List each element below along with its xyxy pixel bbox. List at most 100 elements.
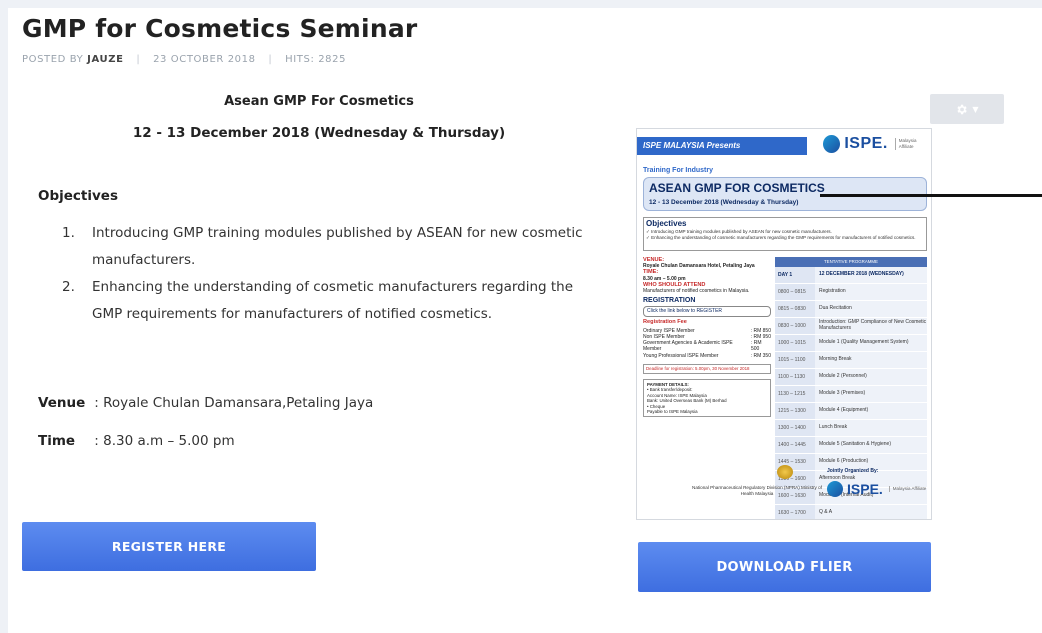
programme-header: TENTATIVE PROGRAMME bbox=[775, 257, 927, 267]
flier-fee-label: Registration Fee bbox=[643, 318, 687, 325]
programme-time: 1630 – 1700 bbox=[775, 505, 815, 519]
flier-objective: ✓ Enhancing the understanding of cosmeti… bbox=[646, 234, 916, 240]
programme-item: Module 5 (Sanitation & Hygiene) bbox=[815, 437, 927, 453]
programme-time: DAY 1 bbox=[775, 267, 815, 283]
ispe-logo-text: ISPE. bbox=[847, 481, 883, 497]
ispe-logo: ISPE. Malaysia Affiliate bbox=[823, 135, 931, 153]
table-row: 1100 – 1130 Module 2 (Personnel) bbox=[775, 369, 927, 386]
annotation-line bbox=[820, 194, 1042, 197]
programme-item: Morning Break bbox=[815, 352, 927, 368]
flier-image[interactable]: ISPE MALAYSIA Presents ISPE. Malaysia Af… bbox=[636, 128, 932, 520]
table-row: 1130 – 1215 Module 3 (Premises) bbox=[775, 386, 927, 403]
event-heading: Asean GMP For Cosmetics bbox=[224, 94, 414, 109]
table-row: 1630 – 1700 Q & A bbox=[775, 505, 927, 519]
programme-item: Lunch Break bbox=[815, 420, 927, 436]
malaysia-crest-icon bbox=[777, 465, 793, 479]
gear-icon bbox=[957, 104, 968, 114]
flier-deadline: Deadline for registration: 5.00pm, 30 No… bbox=[643, 363, 771, 375]
list-item: 1. Introducing GMP training modules publ… bbox=[62, 220, 602, 274]
caret-down-icon: ▼ bbox=[972, 104, 979, 114]
time-row: Time : 8.30 a.m – 5.00 pm bbox=[38, 433, 235, 449]
flier-presents: ISPE MALAYSIA Presents bbox=[637, 137, 807, 155]
programme-item: Q & A bbox=[815, 505, 927, 519]
programme-item: Module 4 (Equipment) bbox=[815, 403, 927, 419]
programme-time: 1300 – 1400 bbox=[775, 420, 815, 436]
flier-fees: Ordinary ISPE Member: RM 850 Non ISPE Me… bbox=[643, 328, 771, 359]
flier-registration: REGISTRATION bbox=[643, 297, 696, 305]
table-row: DAY 1 12 DECEMBER 2018 (WEDNESDAY) bbox=[775, 267, 927, 284]
table-row: 1000 – 1015 Module 1 (Quality Management … bbox=[775, 335, 927, 352]
table-row: 1015 – 1100 Morning Break bbox=[775, 352, 927, 369]
ispe-affiliate: Malaysia Affiliate bbox=[894, 138, 931, 150]
meta-separator: | bbox=[136, 54, 141, 65]
programme-item: Dua Recitation bbox=[815, 301, 927, 317]
ispe-affiliate: Malaysia Affiliate bbox=[888, 486, 926, 492]
table-row: 0830 – 1000 Introduction: GMP Compliance … bbox=[775, 318, 927, 335]
flier-venue: Royale Chulan Damansara Hotel, Petaling … bbox=[643, 263, 755, 270]
posted-by-label: POSTED BY bbox=[22, 54, 84, 65]
flier-training: Training For Industry bbox=[643, 167, 714, 174]
programme-time: 1015 – 1100 bbox=[775, 352, 815, 368]
fee-row: Young Professional ISPE Member : RM 350 bbox=[643, 353, 771, 359]
venue-value: : Royale Chulan Damansara,Petaling Jaya bbox=[94, 395, 374, 411]
ispe-logo-text: ISPE. bbox=[844, 135, 888, 152]
programme-item: Module 1 (Quality Management System) bbox=[815, 335, 927, 351]
event-dates: 12 - 13 December 2018 (Wednesday & Thurs… bbox=[132, 125, 506, 141]
flier-reg-link: Click the link below to REGISTER bbox=[643, 306, 771, 317]
list-item: 2. Enhancing the understanding of cosmet… bbox=[62, 274, 602, 328]
article-meta: POSTED BY JAUZE | 23 OCTOBER 2018 | HITS… bbox=[22, 54, 346, 65]
post-date: 23 OCTOBER 2018 bbox=[153, 54, 256, 65]
article-tools-button[interactable]: ▼ bbox=[930, 94, 1004, 124]
time-label: Time bbox=[38, 433, 76, 449]
table-row: 0800 – 0815 Registration bbox=[775, 284, 927, 301]
programme-time: 0815 – 0830 bbox=[775, 301, 815, 317]
objectives-list: 1. Introducing GMP training modules publ… bbox=[62, 220, 602, 328]
table-row: 1400 – 1445 Module 5 (Sanitation & Hygien… bbox=[775, 437, 927, 454]
flier-who: Manufacturers of notified cosmetics in M… bbox=[643, 288, 750, 295]
fee-amount: : RM 350 bbox=[750, 352, 771, 359]
programme-item: Module 3 (Premises) bbox=[815, 386, 927, 402]
flier-dates: 12 - 13 December 2018 (Wednesday & Thurs… bbox=[649, 199, 799, 206]
fee-row: Government Agencies & Academic ISPE Memb… bbox=[643, 340, 771, 352]
flier-objectives: ✓ Introducing GMP training modules publi… bbox=[646, 229, 922, 240]
programme-time: 0830 – 1000 bbox=[775, 318, 815, 334]
programme-item: Introduction: GMP Compliance of New Cosm… bbox=[815, 318, 927, 334]
flier-objectives-heading: Objectives bbox=[646, 219, 687, 228]
hits-count: HITS: 2825 bbox=[285, 54, 347, 65]
flier-jointly: Jointly Organized By: bbox=[827, 468, 879, 474]
venue-row: Venue : Royale Chulan Damansara,Petaling… bbox=[38, 395, 373, 411]
venue-label: Venue bbox=[38, 395, 86, 411]
fee-type: Young Professional ISPE Member bbox=[643, 352, 719, 359]
list-item-text: Introducing GMP training modules publish… bbox=[92, 225, 583, 268]
flier-title: ASEAN GMP FOR COSMETICS bbox=[649, 181, 825, 195]
article-title: GMP for Cosmetics Seminar bbox=[22, 14, 418, 43]
download-flier-button[interactable]: DOWNLOAD FLIER bbox=[638, 542, 931, 592]
table-row: 1300 – 1400 Lunch Break bbox=[775, 420, 927, 437]
flier-left-column: VENUE: Royale Chulan Damansara Hotel, Pe… bbox=[643, 257, 771, 418]
meta-separator: | bbox=[268, 54, 273, 65]
programme-item: Registration bbox=[815, 284, 927, 300]
fee-type: Government Agencies & Academic ISPE Memb… bbox=[643, 340, 733, 353]
time-value: : 8.30 a.m – 5.00 pm bbox=[94, 433, 235, 449]
objectives-heading: Objectives bbox=[38, 188, 118, 204]
list-item-number: 1. bbox=[62, 225, 75, 241]
fee-amount: : RM 500 bbox=[750, 340, 762, 353]
register-button[interactable]: REGISTER HERE bbox=[22, 522, 316, 571]
programme-time: 1000 – 1015 bbox=[775, 335, 815, 351]
programme-time: 1100 – 1130 bbox=[775, 369, 815, 385]
ispe-logo-footer: ISPE. Malaysia Affiliate bbox=[827, 481, 926, 497]
programme-item: 12 DECEMBER 2018 (WEDNESDAY) bbox=[815, 267, 927, 283]
flier-payment: PAYMENT DETAILS: • Bank transfer/deposit… bbox=[643, 379, 771, 418]
programme-time: 1215 – 1300 bbox=[775, 403, 815, 419]
list-item-number: 2. bbox=[62, 279, 75, 295]
ispe-logo-icon bbox=[827, 481, 843, 497]
programme-time: 1130 – 1215 bbox=[775, 386, 815, 402]
ispe-logo-icon bbox=[823, 135, 841, 153]
flier-organizer: National Pharmaceutical Regulatory Divis… bbox=[692, 485, 822, 496]
table-row: 1215 – 1300 Module 4 (Equipment) bbox=[775, 403, 927, 420]
author-link[interactable]: JAUZE bbox=[87, 54, 123, 65]
programme-time: 1400 – 1445 bbox=[775, 437, 815, 453]
programme-time: 0800 – 0815 bbox=[775, 284, 815, 300]
flier-payment-line: Payable to ISPE Malaysia bbox=[647, 409, 698, 415]
list-item-text: Enhancing the understanding of cosmetic … bbox=[92, 279, 574, 322]
